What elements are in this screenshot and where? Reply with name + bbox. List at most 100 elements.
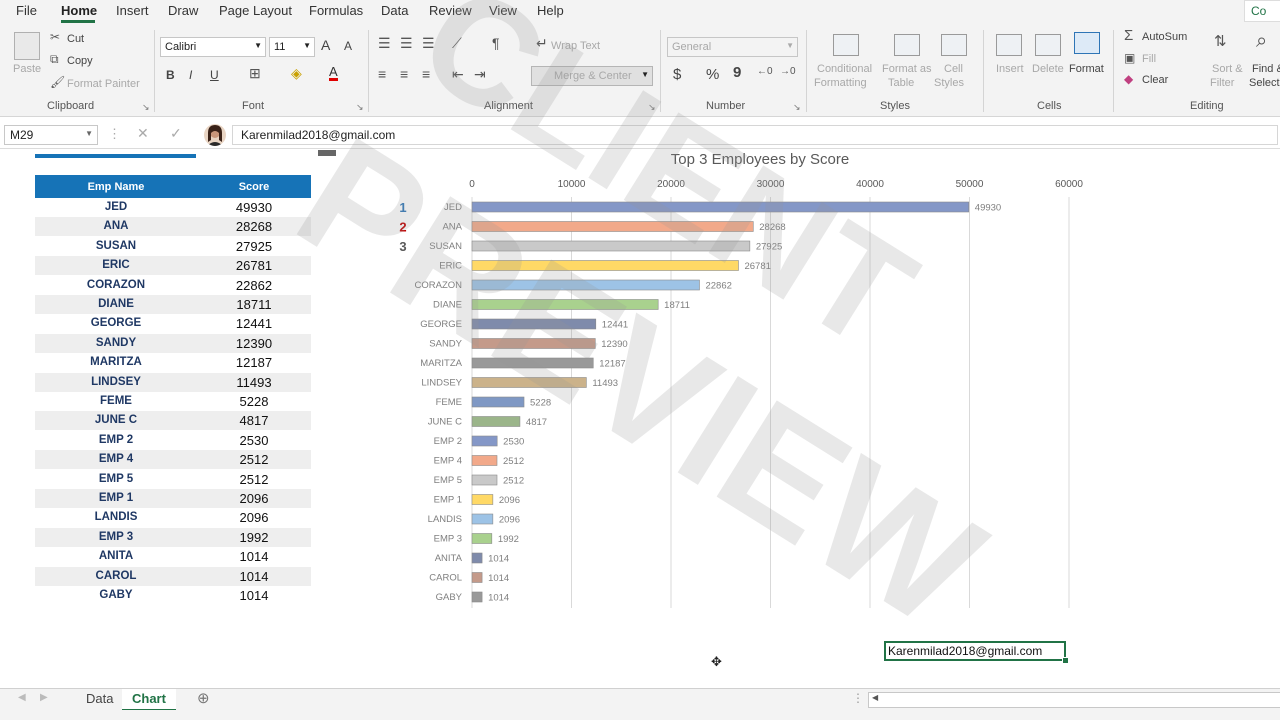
align-center-icon[interactable]: ≡ <box>400 66 408 82</box>
table-row[interactable]: GEORGE 12441 <box>35 314 311 333</box>
paste-icon[interactable] <box>14 32 40 60</box>
table-row[interactable]: EMP 2 2530 <box>35 431 311 450</box>
font-launcher-icon[interactable]: ↘ <box>356 102 364 113</box>
autosum-icon[interactable]: Σ <box>1124 27 1133 44</box>
sort-filter-button[interactable]: Sort & <box>1212 63 1243 75</box>
underline-button[interactable]: U <box>210 68 219 82</box>
shrink-font-button[interactable]: A <box>344 39 352 53</box>
formula-input[interactable]: Karenmilad2018@gmail.com <box>232 125 1278 145</box>
table-row[interactable]: LANDIS 2096 <box>35 508 311 527</box>
format-as-table-button-line2[interactable]: Table <box>888 77 914 89</box>
worksheet[interactable]: Emp Name Score JED 49930 ANA 28268 SUSAN 2792… <box>0 150 1280 688</box>
delete-cells-button[interactable]: Delete <box>1032 63 1064 75</box>
conditional-formatting-button[interactable]: Conditional <box>817 63 872 75</box>
clipboard-launcher-icon[interactable]: ↘ <box>142 102 150 113</box>
menu-page-layout[interactable]: Page Layout <box>219 3 292 18</box>
table-row[interactable]: DIANE 18711 <box>35 295 311 314</box>
enter-icon[interactable]: ✓ <box>170 125 182 142</box>
table-row[interactable]: JED 49930 <box>35 198 311 217</box>
fill-icon[interactable]: ▣ <box>1124 51 1135 65</box>
wrap-text-button[interactable]: Wrap Text <box>551 40 600 52</box>
cell-styles-button-line2[interactable]: Styles <box>934 77 964 89</box>
format-as-table-icon[interactable] <box>894 34 920 56</box>
comma-style-button[interactable]: 9 <box>733 64 741 81</box>
table-row[interactable]: CORAZON 22862 <box>35 276 311 295</box>
table-row[interactable]: SANDY 12390 <box>35 333 311 353</box>
decrease-decimal-icon[interactable]: →0 <box>780 66 796 77</box>
fill-color-icon[interactable]: ◈ <box>291 65 302 82</box>
increase-decimal-icon[interactable]: ←0 <box>757 66 773 77</box>
table-row[interactable]: LINDSEY 11493 <box>35 372 311 392</box>
format-painter-button[interactable]: Format Painter <box>67 78 140 90</box>
merge-center-button[interactable]: Merge & Center ▼ <box>531 66 653 86</box>
table-row[interactable]: CAROL 1014 <box>35 566 311 586</box>
tab-chart[interactable]: Chart <box>122 689 176 711</box>
menu-data[interactable]: Data <box>381 3 408 18</box>
bold-button[interactable]: B <box>166 68 175 82</box>
format-cells-icon[interactable] <box>1074 32 1100 54</box>
decrease-indent-icon[interactable]: ⇤ <box>452 66 464 83</box>
table-row[interactable]: EMP 3 1992 <box>35 527 311 547</box>
tab-data[interactable]: Data <box>76 689 123 711</box>
menu-formulas[interactable]: Formulas <box>309 3 363 18</box>
menu-view[interactable]: View <box>489 3 517 18</box>
percent-button[interactable]: % <box>706 66 719 83</box>
align-left-icon[interactable]: ≡ <box>378 66 386 82</box>
paste-button[interactable]: Paste <box>13 63 41 75</box>
clear-icon[interactable]: ◆ <box>1124 72 1133 86</box>
cut-button[interactable]: Cut <box>67 33 84 45</box>
fill-button[interactable]: Fill <box>1142 53 1156 65</box>
delete-cells-icon[interactable] <box>1035 34 1061 56</box>
format-cells-button[interactable]: Format <box>1069 63 1104 75</box>
menu-draw[interactable]: Draw <box>168 3 198 18</box>
scroll-left-icon[interactable]: ◀ <box>18 692 26 703</box>
find-select-button[interactable]: Find & <box>1252 63 1280 75</box>
bar-chart[interactable]: Top 3 Employees by Score 0 10000 20000 30000… <box>360 150 1120 620</box>
table-row[interactable]: ANA 28268 <box>35 217 311 237</box>
align-middle-icon[interactable]: ☰ <box>400 35 413 52</box>
grow-font-button[interactable]: A <box>321 37 330 53</box>
table-row[interactable]: FEME 5228 <box>35 392 311 411</box>
menu-insert[interactable]: Insert <box>116 3 149 18</box>
conditional-formatting-icon[interactable] <box>833 34 859 56</box>
font-size-select[interactable]: 11 ▼ <box>269 37 315 57</box>
comments-button[interactable]: Co <box>1244 0 1280 22</box>
format-as-table-button[interactable]: Format as <box>882 63 932 75</box>
number-launcher-icon[interactable]: ↘ <box>793 102 801 113</box>
text-direction-icon[interactable]: ¶ <box>492 35 500 51</box>
copy-icon[interactable]: ⧉ <box>50 52 59 67</box>
table-row[interactable]: ANITA 1014 <box>35 547 311 566</box>
table-row[interactable]: SUSAN 27925 <box>35 237 311 256</box>
horizontal-scrollbar[interactable]: ◀ <box>868 692 1280 708</box>
table-row[interactable]: ERIC 26781 <box>35 256 311 276</box>
sort-filter-icon[interactable]: ⇅ <box>1214 32 1227 50</box>
conditional-formatting-button-line2[interactable]: Formatting <box>814 77 867 89</box>
table-row[interactable]: GABY 1014 <box>35 586 311 605</box>
align-top-icon[interactable]: ☰ <box>378 35 391 52</box>
format-painter-icon[interactable]: 🖌 <box>50 75 65 89</box>
name-box[interactable]: M29 ▼ <box>4 125 98 145</box>
menu-home[interactable]: Home <box>61 3 97 18</box>
borders-icon[interactable]: ⊞ <box>249 65 261 82</box>
italic-button[interactable]: I <box>189 68 192 82</box>
scroll-right-icon[interactable]: ▶ <box>40 692 48 703</box>
table-row[interactable]: MARITZA 12187 <box>35 353 311 372</box>
copy-button[interactable]: Copy <box>67 55 93 67</box>
cell-styles-icon[interactable] <box>941 34 967 56</box>
find-select-button-line2[interactable]: Select <box>1249 77 1280 89</box>
align-bottom-icon[interactable]: ☰ <box>422 35 435 52</box>
menu-review[interactable]: Review <box>429 3 472 18</box>
add-sheet-icon[interactable]: ⊕ <box>197 689 210 707</box>
insert-cells-icon[interactable] <box>996 34 1022 56</box>
number-format-select[interactable]: General ▼ <box>667 37 798 57</box>
clear-button[interactable]: Clear <box>1142 74 1168 86</box>
currency-button[interactable]: $ <box>673 66 681 83</box>
orientation-icon[interactable]: ⟋ <box>452 35 462 52</box>
wrap-text-icon[interactable]: ↵ <box>536 35 548 52</box>
insert-cells-button[interactable]: Insert <box>996 63 1024 75</box>
autosum-button[interactable]: AutoSum <box>1142 31 1187 43</box>
cancel-icon[interactable]: ✕ <box>137 125 149 142</box>
table-row[interactable]: EMP 5 2512 <box>35 470 311 489</box>
menu-file[interactable]: File <box>16 3 37 18</box>
scroll-left-icon[interactable]: ◀ <box>872 693 878 702</box>
